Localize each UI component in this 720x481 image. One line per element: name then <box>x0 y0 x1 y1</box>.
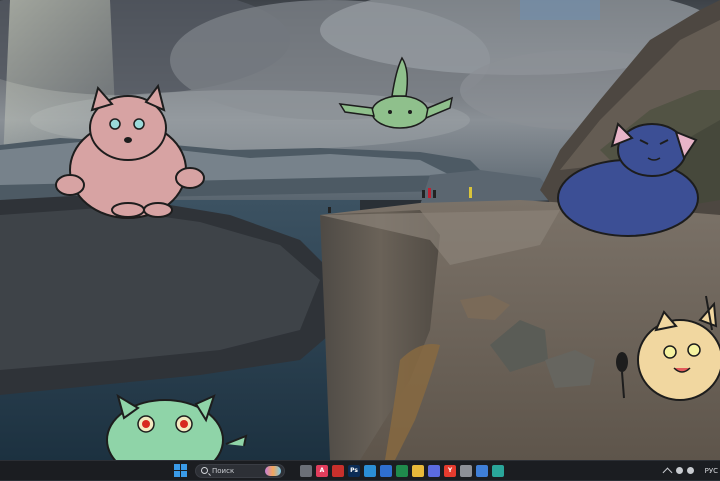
app-grey-taskbar-icon[interactable] <box>460 465 472 477</box>
yandex-browser-taskbar-icon[interactable]: Y <box>444 465 456 477</box>
app-teal-taskbar-icon[interactable] <box>492 465 504 477</box>
volume-icon[interactable] <box>687 467 694 474</box>
desktop-wallpaper <box>0 0 720 460</box>
network-icon[interactable] <box>676 467 683 474</box>
desktop[interactable] <box>0 0 720 460</box>
search-highlight-icon <box>265 466 281 476</box>
search-box[interactable]: Поиск <box>195 464 285 478</box>
language-indicator[interactable]: РУС <box>705 465 718 477</box>
app-color-taskbar-icon[interactable] <box>428 465 440 477</box>
edge-taskbar-icon[interactable] <box>364 465 376 477</box>
acrobat-taskbar-icon[interactable] <box>332 465 344 477</box>
app-red-a-taskbar-icon[interactable]: A <box>316 465 328 477</box>
widgets-taskbar-icon[interactable] <box>300 465 312 477</box>
excel-taskbar-icon[interactable] <box>396 465 408 477</box>
word-taskbar-icon[interactable] <box>380 465 392 477</box>
chevron-up-icon[interactable] <box>662 467 673 478</box>
search-icon <box>201 467 208 474</box>
file-explorer-taskbar-icon[interactable] <box>412 465 424 477</box>
system-tray: РУС <box>660 461 720 481</box>
taskbar: Поиск A Ps Y РУС <box>0 460 720 480</box>
photos-taskbar-icon[interactable] <box>476 465 488 477</box>
photoshop-taskbar-icon[interactable]: Ps <box>348 465 360 477</box>
search-placeholder: Поиск <box>212 467 235 475</box>
start-button[interactable] <box>174 464 188 478</box>
